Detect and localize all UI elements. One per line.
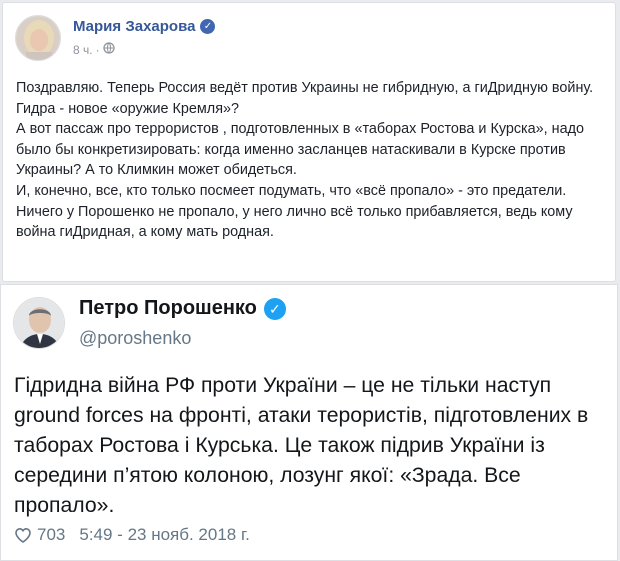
tweet-text: Гідридна війна РФ проти України – це не … bbox=[14, 371, 614, 521]
tweet-line: Гідридна війна РФ проти України – це не … bbox=[14, 374, 552, 397]
tweet-line: таборах Ростова і Курська. Це також підр… bbox=[14, 434, 545, 457]
heart-icon bbox=[15, 527, 31, 543]
post-text: Поздравляю. Теперь Россия ведёт против У… bbox=[16, 78, 611, 243]
tweet-footer: 703 5:49 - 23 нояб. 2018 г. bbox=[14, 525, 250, 545]
post-paragraph: А вот пассаж про террористов , подготовл… bbox=[16, 121, 585, 179]
post-paragraph: Поздравляю. Теперь Россия ведёт против У… bbox=[16, 80, 594, 117]
verified-badge-icon: ✓ bbox=[263, 297, 286, 320]
embedded-tweet-card: Петро Порошенко ✓ @poroshenko Гідридна в… bbox=[0, 284, 618, 561]
tweet-line: середини п’ятою колоною, лозунг якої: «З… bbox=[14, 464, 521, 487]
tweet-author-name[interactable]: Петро Порошенко bbox=[79, 297, 257, 320]
like-button[interactable]: 703 bbox=[14, 525, 65, 545]
tweet-line: пропало». bbox=[14, 494, 115, 517]
tweet-timestamp[interactable]: 5:49 - 23 нояб. 2018 г. bbox=[79, 525, 249, 545]
post-time[interactable]: 8 ч. bbox=[73, 43, 93, 57]
author-name-link[interactable]: Мария Захарова ✓ bbox=[73, 18, 216, 35]
like-count: 703 bbox=[37, 525, 66, 544]
post-meta: 8 ч. · bbox=[73, 42, 115, 57]
globe-icon[interactable] bbox=[102, 42, 115, 57]
author-name[interactable]: Мария Захарова bbox=[73, 18, 195, 35]
facebook-post-card: Мария Захарова ✓ 8 ч. · Поздравляю. Тепе… bbox=[2, 2, 616, 282]
tweet-author-name-link[interactable]: Петро Порошенко ✓ bbox=[79, 297, 286, 320]
verified-badge-icon: ✓ bbox=[200, 19, 216, 34]
tweet-author-avatar[interactable] bbox=[13, 297, 65, 349]
author-avatar[interactable] bbox=[15, 15, 61, 61]
tweet-handle[interactable]: @poroshenko bbox=[79, 328, 191, 349]
post-paragraph: И, конечно, все, кто только посмеет поду… bbox=[16, 182, 573, 241]
tweet-line: ground forces на фронті, атаки терористі… bbox=[14, 404, 589, 427]
meta-separator: · bbox=[95, 42, 100, 57]
